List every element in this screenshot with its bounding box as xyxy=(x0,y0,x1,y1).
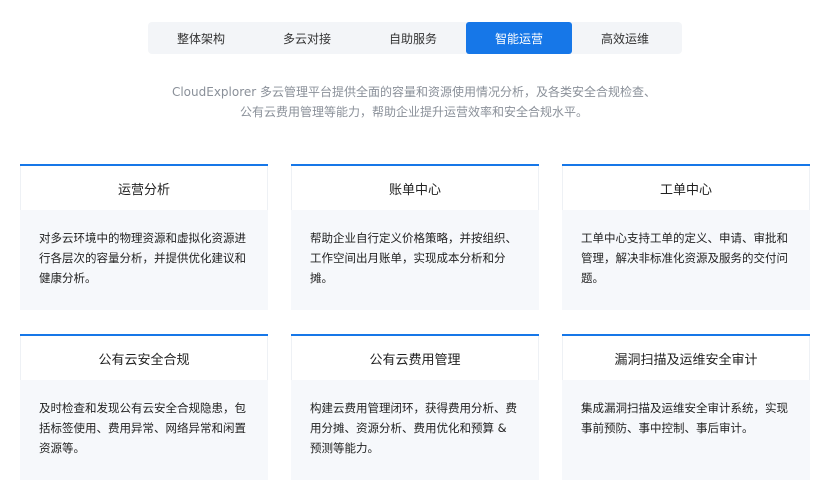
card-description: 及时检查和发现公有云安全合规隐患，包括标签使用、费用异常、网络异常和闲置资源等。 xyxy=(39,401,246,455)
tab-multicloud-integration[interactable]: 多云对接 xyxy=(254,22,360,54)
card-ticket-center: 工单中心 工单中心支持工单的定义、申请、审批和管理，解决非标准化资源及服务的交付… xyxy=(562,164,810,310)
tab-smart-operations[interactable]: 智能运营 xyxy=(466,22,572,54)
card-description: 帮助企业自行定义价格策略，并按组织、工作空间出月账单，实现成本分析和分摊。 xyxy=(310,231,517,285)
card-title: 漏洞扫描及运维安全审计 xyxy=(562,336,810,380)
card-title: 公有云安全合规 xyxy=(20,336,268,380)
card-public-cloud-cost: 公有云费用管理 构建云费用管理闭环，获得费用分析、费用分摊、资源分析、费用优化和… xyxy=(291,334,539,480)
card-title: 运营分析 xyxy=(20,166,268,210)
card-description: 构建云费用管理闭环，获得费用分析、费用分摊、资源分析、费用优化和预算 & 预测等… xyxy=(310,401,517,455)
card-vulnerability-scan-audit: 漏洞扫描及运维安全审计 集成漏洞扫描及运维安全审计系统，实现事前预防、事中控制、… xyxy=(562,334,810,480)
card-title: 账单中心 xyxy=(291,166,539,210)
card-operations-analysis: 运营分析 对多云环境中的物理资源和虚拟化资源进行各层次的容量分析，并提供优化建议… xyxy=(20,164,268,310)
card-billing-center: 账单中心 帮助企业自行定义价格策略，并按组织、工作空间出月账单，实现成本分析和分… xyxy=(291,164,539,310)
feature-tab-bar: 整体架构 多云对接 自助服务 智能运营 高效运维 xyxy=(148,22,682,54)
card-description: 集成漏洞扫描及运维安全审计系统，实现事前预防、事中控制、事后审计。 xyxy=(581,401,788,435)
card-description: 对多云环境中的物理资源和虚拟化资源进行各层次的容量分析，并提供优化建议和健康分析… xyxy=(39,231,246,285)
card-title: 工单中心 xyxy=(562,166,810,210)
card-public-cloud-compliance: 公有云安全合规 及时检查和发现公有云安全合规隐患，包括标签使用、费用异常、网络异… xyxy=(20,334,268,480)
intro-text: CloudExplorer 多云管理平台提供全面的容量和资源使用情况分析，及各类… xyxy=(171,85,657,119)
tab-overall-architecture[interactable]: 整体架构 xyxy=(148,22,254,54)
tab-efficient-maintenance[interactable]: 高效运维 xyxy=(572,22,678,54)
card-title: 公有云费用管理 xyxy=(291,336,539,380)
tab-self-service[interactable]: 自助服务 xyxy=(360,22,466,54)
card-description: 工单中心支持工单的定义、申请、审批和管理，解决非标准化资源及服务的交付问题。 xyxy=(581,231,788,285)
